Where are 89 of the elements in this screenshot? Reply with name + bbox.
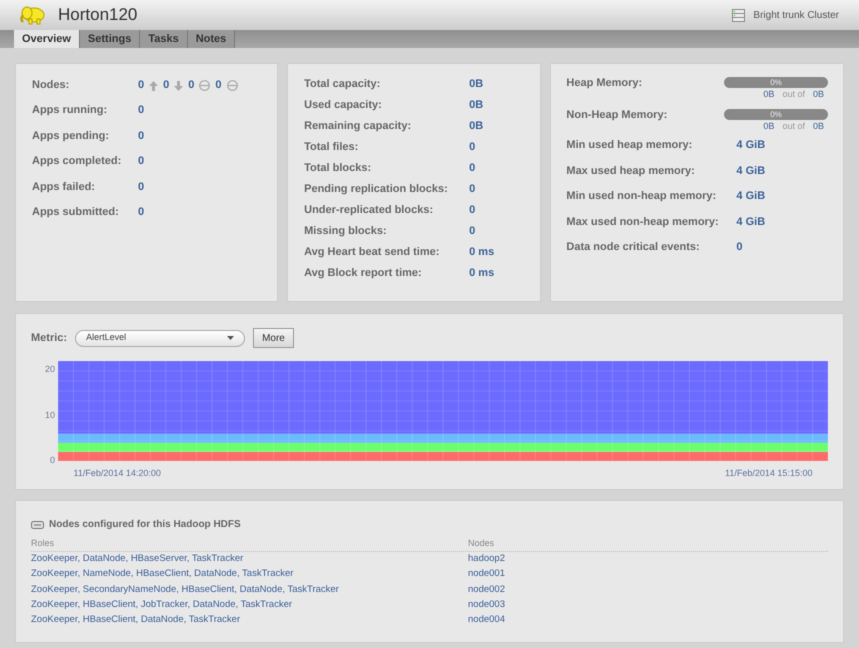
up-arrow-icon	[149, 80, 158, 90]
memory-percent: 0%	[769, 109, 783, 120]
column-header: Nodes	[468, 537, 494, 550]
stat-label: Total blocks:	[304, 161, 372, 176]
tab[interactable]: Tasks	[140, 30, 188, 48]
metric-label: Metric:	[31, 330, 68, 346]
stat-value: 0	[138, 205, 144, 220]
stat-label: Avg Block report time:	[304, 266, 423, 282]
stat-label: Apps failed:	[32, 180, 96, 195]
stat-label: Max used heap memory:	[566, 164, 696, 179]
tab[interactable]: Settings	[80, 30, 140, 48]
x-axis-label: 11/Feb/2014 15:15:00	[725, 467, 812, 480]
node-count: 0	[215, 78, 222, 94]
stat-label: Data node critical events:	[566, 240, 701, 256]
node-count: 0	[188, 78, 194, 94]
stat-label: Avg Heart beat send time:	[304, 245, 440, 260]
node-link[interactable]: node004	[468, 613, 505, 628]
stat-value: 4 GiB	[736, 189, 766, 204]
stat-label: Nodes:	[32, 78, 70, 94]
stat-label: Heap Memory:	[566, 76, 642, 91]
stat-label: Under-replicated blocks:	[304, 203, 434, 218]
memory-separator: out of	[782, 120, 805, 133]
memory-percent: 0%	[769, 77, 783, 88]
stat-value: 0B	[469, 98, 484, 114]
elephant-logo-icon	[20, 5, 46, 25]
stat-label: Pending replication blocks:	[304, 182, 449, 198]
stat-label: Min used non-heap memory:	[566, 189, 718, 204]
stat-value: 0	[138, 128, 144, 144]
stat-value: 0	[469, 182, 476, 198]
more-button[interactable]: More	[253, 328, 294, 348]
y-axis-tick: 20	[44, 365, 55, 374]
node-link[interactable]: node001	[468, 567, 505, 582]
column-header: Roles	[31, 537, 56, 550]
node-link[interactable]: hadoop2	[468, 552, 505, 566]
stat-label: Min used heap memory:	[566, 138, 694, 154]
stat-value: 0	[138, 180, 144, 195]
stat-label: Apps submitted:	[32, 205, 120, 220]
memory-used: 0B	[763, 88, 774, 101]
memory-used: 0B	[763, 120, 774, 133]
stat-value: 0	[138, 103, 144, 118]
stat-value: 0 ms	[469, 266, 494, 282]
minus-circle-icon	[199, 80, 210, 91]
y-axis-tick: 10	[44, 410, 55, 420]
stat-label: Apps running:	[32, 103, 108, 118]
stat-value: 0B	[469, 119, 484, 134]
metric-select[interactable]: AlertLevel	[75, 330, 246, 346]
section-title: Nodes configured for this Hadoop HDFS	[49, 518, 241, 532]
stat-label: Used capacity:	[304, 98, 383, 114]
stat-value: 0B	[469, 77, 484, 92]
stat-value: 0 ms	[469, 245, 494, 260]
stat-label: Total capacity:	[304, 77, 382, 92]
stat-label: Missing blocks:	[304, 224, 388, 240]
node-count: 0	[138, 78, 144, 94]
node-count: 0	[163, 78, 170, 94]
roles-link[interactable]: ZooKeeper, NameNode, HBaseClient, DataNode, TaskTracker	[31, 567, 468, 582]
stat-value: 4 GiB	[736, 164, 766, 179]
node-link[interactable]: node003	[468, 598, 505, 612]
stat-value: 0	[469, 161, 476, 176]
memory-total: 0B	[812, 88, 824, 101]
stat-label: Non-Heap Memory:	[566, 108, 668, 123]
roles-link[interactable]: ZooKeeper, SecondaryNameNode, HBaseClient, DataNode, TaskTracker	[31, 582, 468, 597]
cluster-name: Bright trunk Cluster	[753, 8, 839, 22]
x-axis-label: 11/Feb/2014 14:20:00	[74, 467, 161, 480]
y-axis-tick: 0	[50, 456, 55, 465]
memory-total: 0B	[812, 120, 824, 133]
down-arrow-icon	[174, 80, 184, 90]
stat-value: 0	[469, 203, 476, 218]
stat-label: Remaining capacity:	[304, 119, 412, 134]
tab[interactable]: Overview	[14, 30, 80, 48]
stat-value: 4 GiB	[736, 214, 766, 230]
stat-label: Apps completed:	[32, 154, 122, 170]
stat-label: Total files:	[304, 140, 360, 156]
roles-link[interactable]: ZooKeeper, DataNode, HBaseServer, TaskTracker	[31, 552, 468, 566]
stat-value: 4 GiB	[736, 138, 766, 154]
stat-label: Apps pending:	[32, 128, 110, 144]
stat-value: 0	[138, 154, 144, 170]
tab[interactable]: Notes	[188, 30, 236, 48]
window-title: Horton120	[58, 4, 138, 26]
server-icon	[732, 8, 746, 22]
stat-value: 0	[469, 140, 476, 156]
stat-value: 0	[736, 240, 743, 256]
memory-separator: out of	[782, 88, 805, 101]
stat-value: 0	[469, 224, 476, 240]
minus-circle-icon	[226, 80, 238, 91]
roles-link[interactable]: ZooKeeper, HBaseClient, DataNode, TaskTracker	[31, 613, 468, 628]
stat-label: Max used non-heap memory:	[566, 214, 720, 230]
node-link[interactable]: node002	[468, 582, 505, 597]
dropdown-caret-icon	[227, 336, 234, 340]
roles-link[interactable]: ZooKeeper, HBaseClient, JobTracker, DataNode, TaskTracker	[31, 598, 468, 612]
